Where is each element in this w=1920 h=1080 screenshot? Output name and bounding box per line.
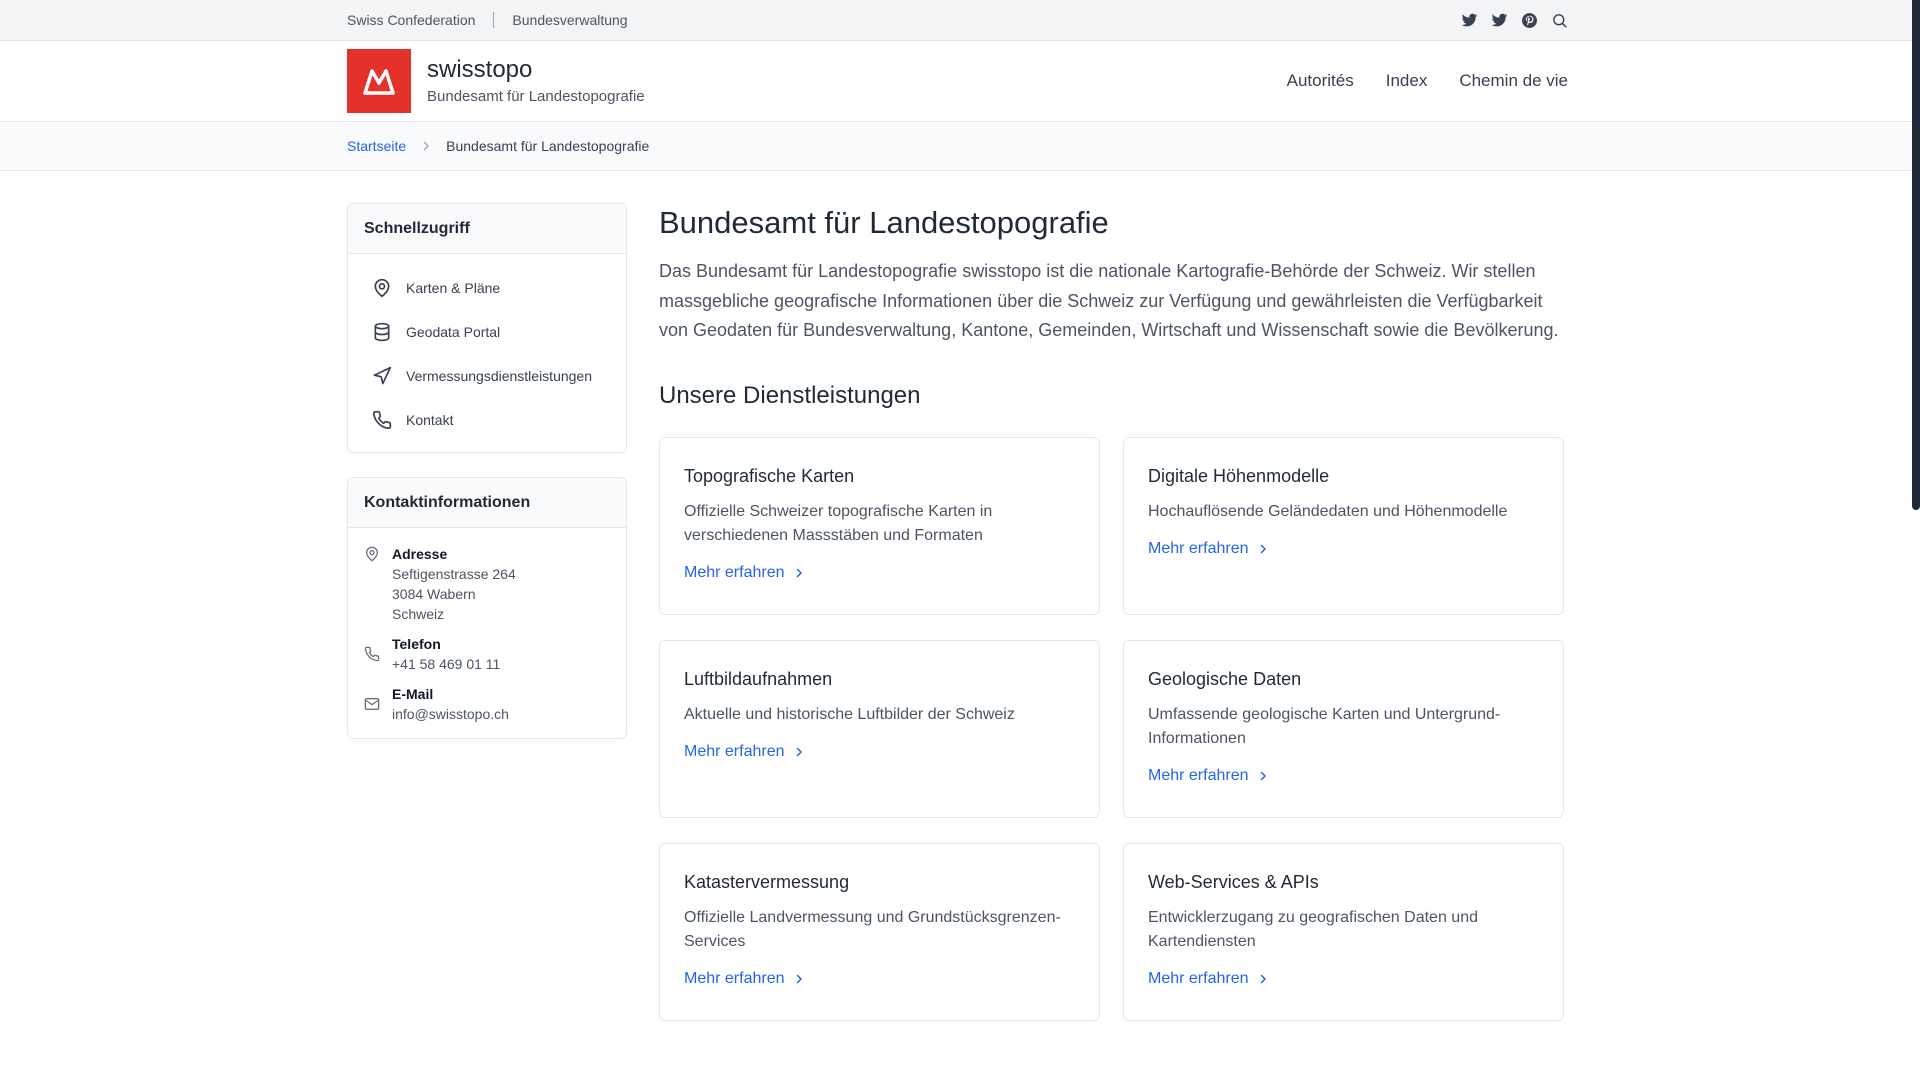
twitter-icon[interactable] xyxy=(1461,12,1478,29)
pinterest-icon[interactable] xyxy=(1521,12,1538,29)
chevron-right-icon xyxy=(420,140,432,152)
quick-item-label: Karten & Pläne xyxy=(406,280,501,296)
service-title: Geologische Daten xyxy=(1148,668,1302,689)
service-card: Katastervermessung Offizielle Landvermes… xyxy=(659,842,1100,1021)
twitter-icon[interactable] xyxy=(1491,12,1508,29)
site-header: swisstopo Bundesamt für Landestopografie… xyxy=(0,41,1920,122)
chevron-right-icon xyxy=(1260,974,1266,983)
quick-item-geodata[interactable]: Geodata Portal xyxy=(348,310,626,354)
map-pin-icon xyxy=(366,546,378,562)
email-label: E-Mail xyxy=(392,686,434,702)
breadcrumb-home[interactable]: Startseite xyxy=(347,138,406,154)
service-desc: Hochauflösende Geländedaten und Höhenmod… xyxy=(1148,502,1508,520)
address-line: 3084 Wabern xyxy=(392,586,476,602)
bundesverwaltung-link[interactable]: Bundesverwaltung xyxy=(512,12,627,28)
more-link[interactable]: Mehr erfahren xyxy=(1148,767,1539,785)
contact-email: E-Mail info@swisstopo.ch xyxy=(364,684,610,724)
service-desc: Offizielle Landvermessung und Grundstück… xyxy=(684,908,1061,950)
swiss-confederation-link[interactable]: Swiss Confederation xyxy=(347,12,475,28)
more-link-label: Mehr erfahren xyxy=(684,969,785,987)
nav-item-chemin-de-vie[interactable]: Chemin de vie xyxy=(1459,71,1568,91)
map-pin-icon xyxy=(374,278,390,298)
top-links: Swiss Confederation Bundesverwaltung xyxy=(347,0,628,40)
quick-access-card: Schnellzugriff Karten & Pläne Geodata Po… xyxy=(347,203,627,453)
navigation-icon xyxy=(373,366,392,385)
phone-icon xyxy=(364,646,380,662)
main-content: Bundesamt für Landestopografie Das Bunde… xyxy=(659,203,1564,1021)
phone-value[interactable]: +41 58 469 01 11 xyxy=(392,654,500,674)
address-label: Adresse xyxy=(392,546,448,562)
divider xyxy=(493,12,495,28)
services-title: Unsere Dienstleistungen xyxy=(659,381,921,409)
service-title: Digitale Höhenmodelle xyxy=(1148,465,1330,486)
scrollbar[interactable] xyxy=(1912,0,1920,510)
service-card: Digitale Höhenmodelle Hochauflösende Gel… xyxy=(1123,436,1564,615)
nav-item-autorites[interactable]: Autorités xyxy=(1287,71,1354,91)
more-link[interactable]: Mehr erfahren xyxy=(684,970,1075,988)
chevron-right-icon xyxy=(1260,771,1266,780)
breadcrumb-current: Bundesamt für Landestopografie xyxy=(446,138,650,154)
top-bar: Swiss Confederation Bundesverwaltung xyxy=(0,0,1920,41)
contact-address: Adresse Seftigenstrasse 264 3084 Wabern … xyxy=(364,544,610,624)
phone-label: Telefon xyxy=(392,636,441,652)
chevron-right-icon xyxy=(796,974,802,983)
page-title: Bundesamt für Landestopografie xyxy=(659,205,1109,240)
mountain-logo-icon[interactable] xyxy=(347,49,411,113)
search-icon[interactable] xyxy=(1551,12,1568,29)
more-link-label: Mehr erfahren xyxy=(1148,539,1249,557)
service-title: Katastervermessung xyxy=(684,871,850,892)
service-desc: Umfassende geologische Karten und Unterg… xyxy=(1148,705,1501,747)
database-icon xyxy=(374,322,390,342)
brand-subtitle: Bundesamt für Landestopografie xyxy=(427,88,645,105)
quick-access-list: Karten & Pläne Geodata Portal Vermessung… xyxy=(348,254,626,452)
quick-item-kontakt[interactable]: Kontakt xyxy=(348,398,626,442)
quick-item-label: Kontakt xyxy=(406,412,454,428)
service-title: Web-Services & APIs xyxy=(1148,871,1319,892)
chevron-right-icon xyxy=(1260,544,1266,553)
more-link[interactable]: Mehr erfahren xyxy=(684,564,1075,582)
more-link[interactable]: Mehr erfahren xyxy=(684,743,1075,761)
more-link[interactable]: Mehr erfahren xyxy=(1148,970,1539,988)
social-icons xyxy=(1461,0,1568,40)
quick-item-karten[interactable]: Karten & Pläne xyxy=(348,266,626,310)
services-grid: Topografische Karten Offizielle Schweize… xyxy=(659,436,1564,1021)
main-nav: Autorités Index Chemin de vie xyxy=(1287,41,1568,121)
contact-card: Kontaktinformationen Adresse Seftigenstr… xyxy=(347,477,627,739)
service-card: Topografische Karten Offizielle Schweize… xyxy=(659,436,1100,615)
quick-item-label: Vermessungsdienstleistungen xyxy=(406,368,593,384)
service-desc: Offizielle Schweizer topografische Karte… xyxy=(684,502,993,544)
service-title: Luftbildaufnahmen xyxy=(684,668,833,689)
mail-icon xyxy=(364,698,380,710)
more-link-label: Mehr erfahren xyxy=(684,563,785,581)
service-card: Geologische Daten Umfassende geologische… xyxy=(1123,639,1564,818)
more-link-label: Mehr erfahren xyxy=(1148,766,1249,784)
brand-name[interactable]: swisstopo xyxy=(427,56,532,84)
chevron-right-icon xyxy=(796,568,802,577)
quick-item-label: Geodata Portal xyxy=(406,324,501,340)
phone-icon xyxy=(372,410,392,430)
nav-item-index[interactable]: Index xyxy=(1386,71,1428,91)
quick-item-vermessung[interactable]: Vermessungsdienstleistungen xyxy=(348,354,626,398)
address-line: Seftigenstrasse 264 xyxy=(392,566,516,582)
service-title: Topografische Karten xyxy=(684,465,855,486)
quick-access-title: Schnellzugriff xyxy=(348,204,626,254)
chevron-right-icon xyxy=(796,747,802,756)
service-card: Web-Services & APIs Entwicklerzugang zu … xyxy=(1123,842,1564,1021)
email-value[interactable]: info@swisstopo.ch xyxy=(392,704,509,724)
more-link-label: Mehr erfahren xyxy=(684,742,785,760)
service-desc: Entwicklerzugang zu geografischen Daten … xyxy=(1148,908,1478,950)
contact-list: Adresse Seftigenstrasse 264 3084 Wabern … xyxy=(348,528,626,738)
service-card: Luftbildaufnahmen Aktuelle und historisc… xyxy=(659,639,1100,818)
intro-text: Das Bundesamt für Landestopografie swiss… xyxy=(659,261,1559,340)
address-line: Schweiz xyxy=(392,606,445,622)
more-link-label: Mehr erfahren xyxy=(1148,969,1249,987)
sidebar: Schnellzugriff Karten & Pläne Geodata Po… xyxy=(347,203,627,739)
contact-title: Kontaktinformationen xyxy=(348,478,626,528)
service-desc: Aktuelle und historische Luftbilder der … xyxy=(684,705,1015,723)
breadcrumb: Startseite Bundesamt für Landestopografi… xyxy=(0,122,1920,171)
contact-phone: Telefon +41 58 469 01 11 xyxy=(364,634,610,674)
more-link[interactable]: Mehr erfahren xyxy=(1148,540,1539,558)
